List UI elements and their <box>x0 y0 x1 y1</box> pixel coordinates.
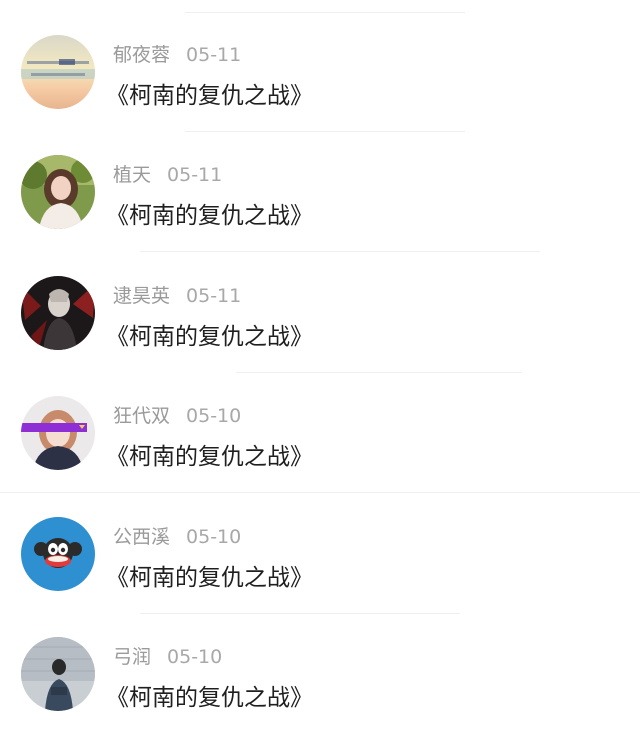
divider <box>140 251 540 252</box>
girl-banner-avatar-icon <box>21 396 95 470</box>
girl-photo-avatar-icon <box>21 155 95 229</box>
user-name[interactable]: 弓润 <box>113 646 151 668</box>
comment-meta: 逮昊英 05-11 <box>113 283 241 309</box>
avatar[interactable] <box>21 276 95 350</box>
list-item[interactable]: 狂代双 05-10 《柯南的复仇之战》 <box>0 373 640 493</box>
book-title[interactable]: 《柯南的复仇之战》 <box>106 321 313 353</box>
street-photo-avatar-icon <box>21 637 95 711</box>
comment-date: 05-10 <box>186 405 242 427</box>
list-item[interactable]: 植天 05-11 《柯南的复仇之战》 <box>0 132 640 252</box>
user-name[interactable]: 狂代双 <box>113 405 170 427</box>
comment-date: 05-11 <box>167 164 223 186</box>
book-title[interactable]: 《柯南的复仇之战》 <box>106 682 313 714</box>
comment-meta: 狂代双 05-10 <box>113 403 241 429</box>
comment-date: 05-11 <box>186 44 242 66</box>
user-name[interactable]: 植天 <box>113 164 151 186</box>
divider <box>0 492 640 493</box>
user-name[interactable]: 逮昊英 <box>113 285 170 307</box>
comment-meta: 郁夜蓉 05-11 <box>113 42 241 68</box>
text-art-avatar-icon <box>21 35 95 109</box>
monkey-avatar-icon <box>21 517 95 591</box>
user-name[interactable]: 公西溪 <box>113 526 170 548</box>
book-title[interactable]: 《柯南的复仇之战》 <box>106 441 313 473</box>
comment-list: 郁夜蓉 05-11 《柯南的复仇之战》 植天 05-11 《柯南的复仇之战》 逮… <box>0 0 640 736</box>
avatar[interactable] <box>21 396 95 470</box>
comment-date: 05-11 <box>186 285 242 307</box>
list-item[interactable]: 逮昊英 05-11 《柯南的复仇之战》 <box>0 253 640 373</box>
book-title[interactable]: 《柯南的复仇之战》 <box>106 562 313 594</box>
comment-meta: 植天 05-11 <box>113 162 222 188</box>
dark-art-avatar-icon <box>21 276 95 350</box>
list-item[interactable]: 郁夜蓉 05-11 《柯南的复仇之战》 <box>0 12 640 132</box>
book-title[interactable]: 《柯南的复仇之战》 <box>106 200 313 232</box>
avatar[interactable] <box>21 155 95 229</box>
comment-meta: 弓润 05-10 <box>113 644 222 670</box>
book-title[interactable]: 《柯南的复仇之战》 <box>106 80 313 112</box>
comment-meta: 公西溪 05-10 <box>113 524 241 550</box>
comment-date: 05-10 <box>167 646 223 668</box>
avatar[interactable] <box>21 517 95 591</box>
comment-date: 05-10 <box>186 526 242 548</box>
avatar[interactable] <box>21 637 95 711</box>
list-item[interactable]: 公西溪 05-10 《柯南的复仇之战》 <box>0 494 640 614</box>
list-item[interactable]: 弓润 05-10 《柯南的复仇之战》 <box>0 614 640 734</box>
avatar[interactable] <box>21 35 95 109</box>
user-name[interactable]: 郁夜蓉 <box>113 44 170 66</box>
